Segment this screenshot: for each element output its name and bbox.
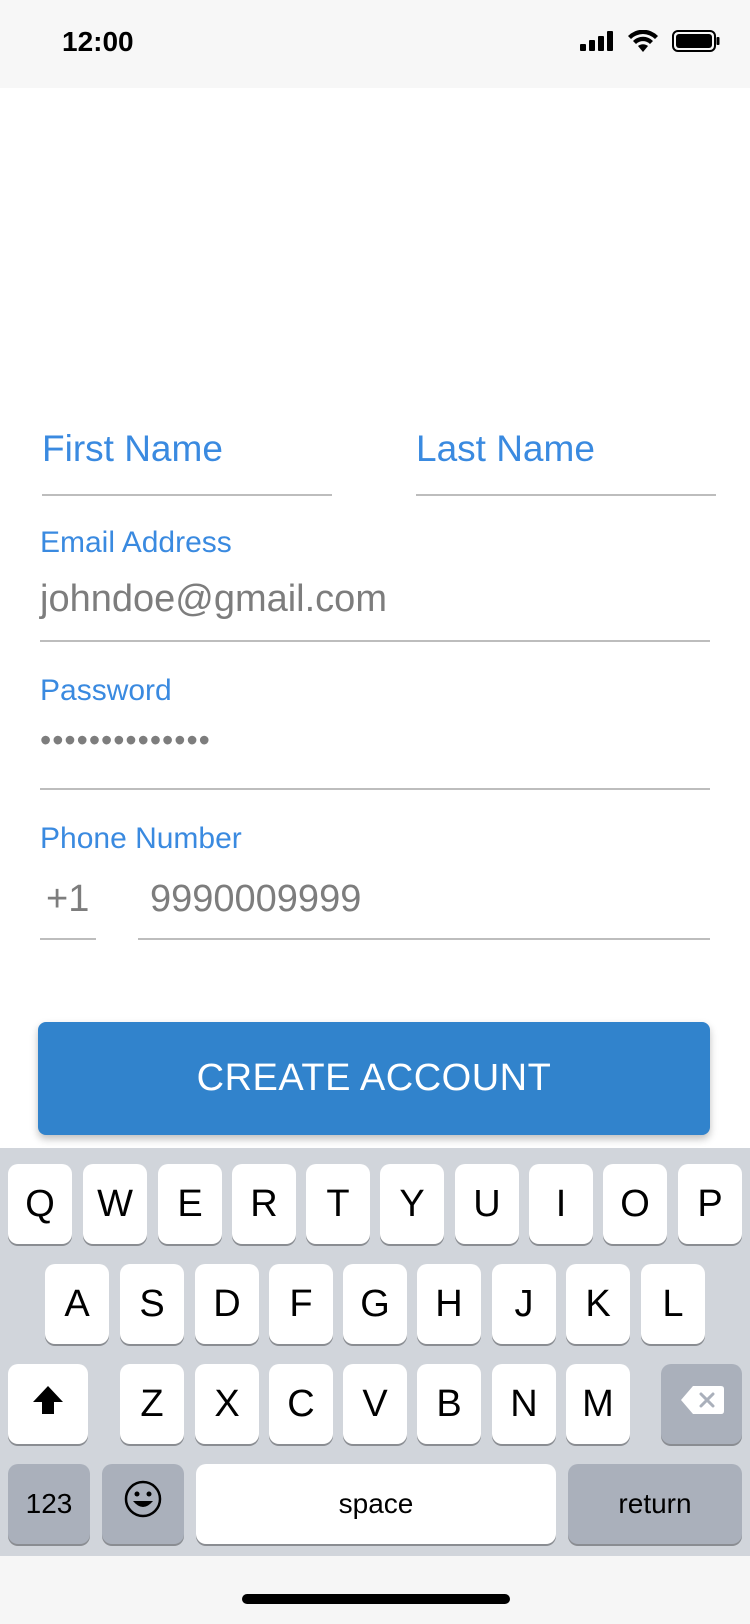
status-icons — [580, 29, 720, 57]
key-f[interactable]: F — [269, 1264, 333, 1344]
key-h[interactable]: H — [417, 1264, 481, 1344]
space-key[interactable]: space — [196, 1464, 556, 1544]
key-y[interactable]: Y — [380, 1164, 444, 1244]
backspace-icon — [679, 1383, 725, 1426]
key-p[interactable]: P — [678, 1164, 742, 1244]
key-v[interactable]: V — [343, 1364, 407, 1444]
key-o[interactable]: O — [603, 1164, 667, 1244]
first-name-underline — [42, 494, 332, 496]
key-x[interactable]: X — [195, 1364, 259, 1444]
key-w[interactable]: W — [83, 1164, 147, 1244]
last-name-input[interactable]: Last Name — [416, 428, 595, 470]
keyboard: Q W E R T Y U I O P A S D F G H J K L Z … — [0, 1148, 750, 1556]
shift-icon — [31, 1383, 65, 1426]
first-name-input[interactable]: First Name — [42, 428, 223, 470]
email-field[interactable]: johndoe@gmail.com — [40, 578, 387, 621]
key-m[interactable]: M — [566, 1364, 630, 1444]
key-u[interactable]: U — [455, 1164, 519, 1244]
key-n[interactable]: N — [492, 1364, 556, 1444]
last-name-underline — [416, 494, 716, 496]
key-a[interactable]: A — [45, 1264, 109, 1344]
key-k[interactable]: K — [566, 1264, 630, 1344]
phone-underline — [138, 938, 710, 940]
create-account-button[interactable]: CREATE ACCOUNT — [38, 1022, 710, 1135]
signal-icon — [580, 31, 614, 56]
key-g[interactable]: G — [343, 1264, 407, 1344]
status-time: 12:00 — [62, 26, 134, 57]
key-r[interactable]: R — [232, 1164, 296, 1244]
key-z[interactable]: Z — [120, 1364, 184, 1444]
key-c[interactable]: C — [269, 1364, 333, 1444]
backspace-key[interactable] — [661, 1364, 742, 1444]
country-code-field[interactable]: +1 — [46, 878, 89, 921]
password-field[interactable]: •••••••••••••• — [40, 722, 211, 759]
status-bar: 12:00 — [0, 0, 750, 88]
key-e[interactable]: E — [158, 1164, 222, 1244]
key-i[interactable]: I — [529, 1164, 593, 1244]
phone-field[interactable]: 9990009999 — [150, 878, 361, 921]
key-l[interactable]: L — [641, 1264, 705, 1344]
shift-key[interactable] — [8, 1364, 88, 1444]
key-q[interactable]: Q — [8, 1164, 72, 1244]
home-indicator[interactable] — [242, 1594, 510, 1604]
password-label: Password — [40, 674, 172, 707]
emoji-key[interactable] — [102, 1464, 184, 1544]
password-underline — [40, 788, 710, 790]
email-underline — [40, 640, 710, 642]
home-indicator-area — [0, 1556, 750, 1624]
phone-label: Phone Number — [40, 822, 242, 855]
numbers-key[interactable]: 123 — [8, 1464, 90, 1544]
wifi-icon — [628, 29, 658, 57]
key-d[interactable]: D — [195, 1264, 259, 1344]
key-b[interactable]: B — [417, 1364, 481, 1444]
key-t[interactable]: T — [306, 1164, 370, 1244]
emoji-icon — [123, 1479, 163, 1529]
battery-icon — [672, 30, 720, 57]
return-key[interactable]: return — [568, 1464, 742, 1544]
country-code-underline — [40, 938, 96, 940]
email-label: Email Address — [40, 526, 232, 559]
key-s[interactable]: S — [120, 1264, 184, 1344]
key-j[interactable]: J — [492, 1264, 556, 1344]
